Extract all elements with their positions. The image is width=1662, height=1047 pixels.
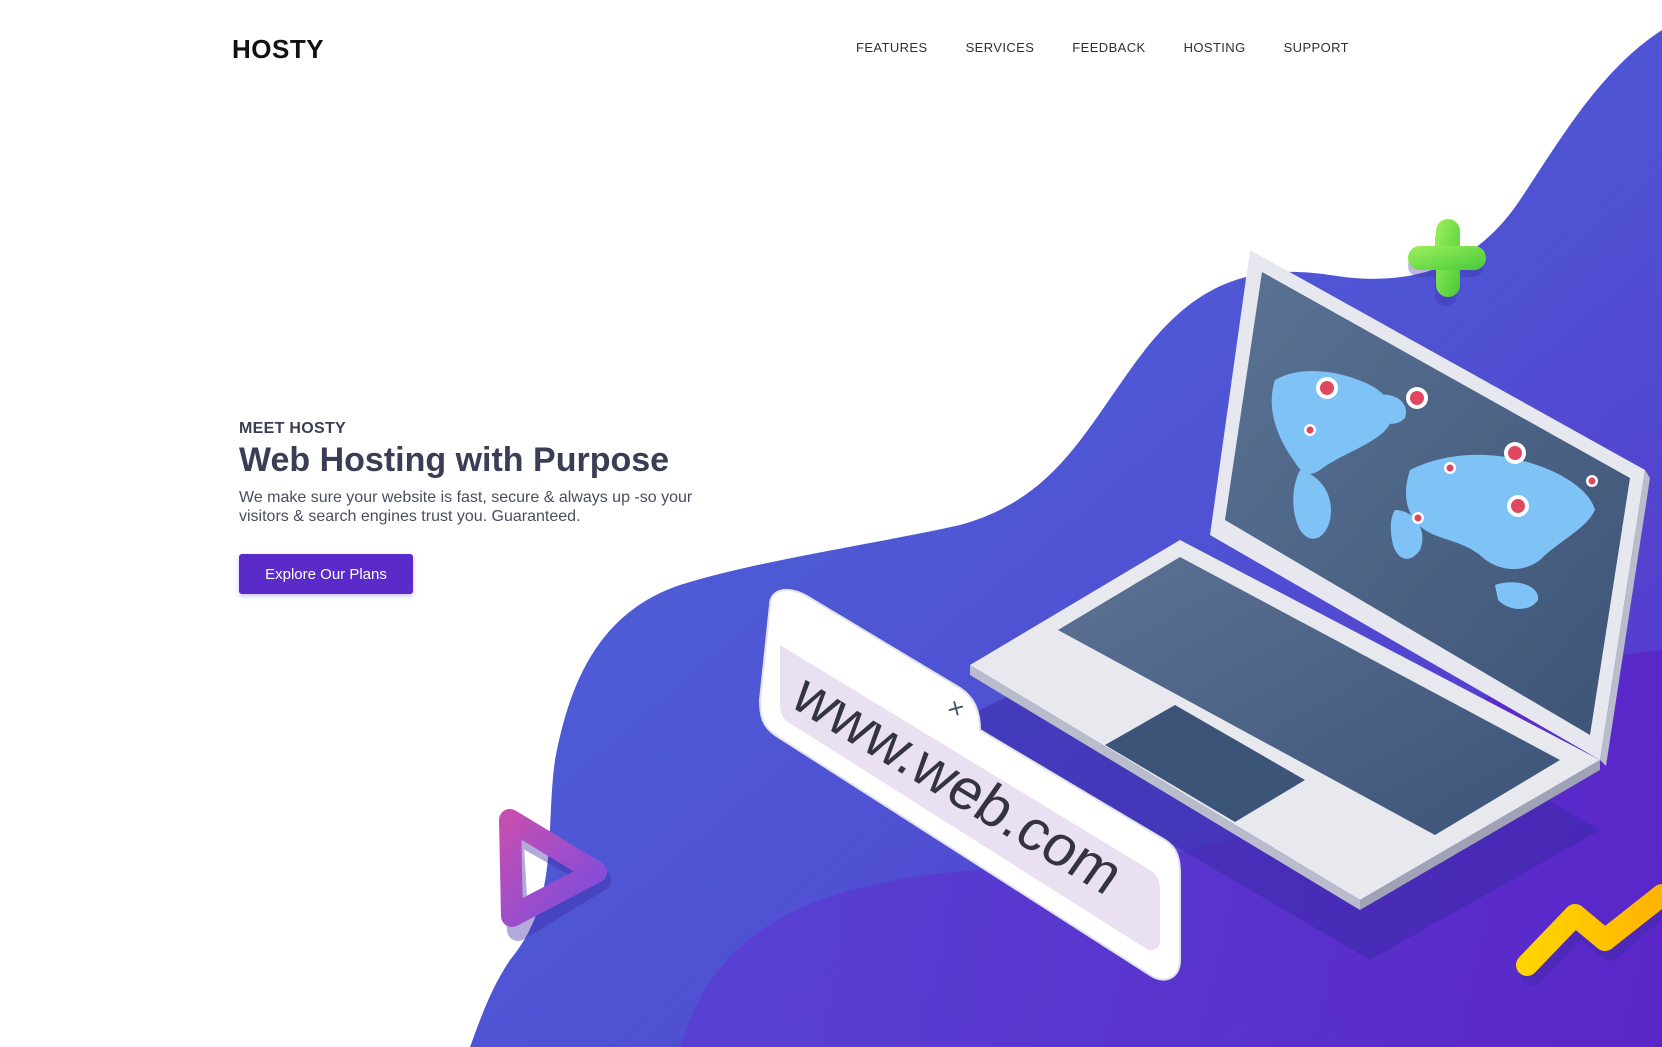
landing-page: www.web.com × HOSTY FEATURES SERVICES FE… [0,0,1662,1047]
nav-item-feedback[interactable]: FEEDBACK [1072,40,1145,55]
nav-item-services[interactable]: SERVICES [966,40,1035,55]
main-nav: FEATURES SERVICES FEEDBACK HOSTING SUPPO… [856,40,1387,55]
nav-item-features[interactable]: FEATURES [856,40,928,55]
top-navbar: HOSTY FEATURES SERVICES FEEDBACK HOSTING… [0,0,1662,100]
hero-section: MEET HOSTY Web Hosting with Purpose We m… [239,420,759,526]
hero-headline: Web Hosting with Purpose [239,441,670,479]
brand-logo[interactable]: HOSTY [232,34,324,65]
nav-item-hosting[interactable]: HOSTING [1184,40,1246,55]
hero-eyebrow: MEET HOSTY [239,420,347,437]
explore-plans-button[interactable]: Explore Our Plans [239,554,413,594]
nav-item-support[interactable]: SUPPORT [1284,40,1349,55]
hero-subtext: We make sure your website is fast, secur… [239,489,693,526]
